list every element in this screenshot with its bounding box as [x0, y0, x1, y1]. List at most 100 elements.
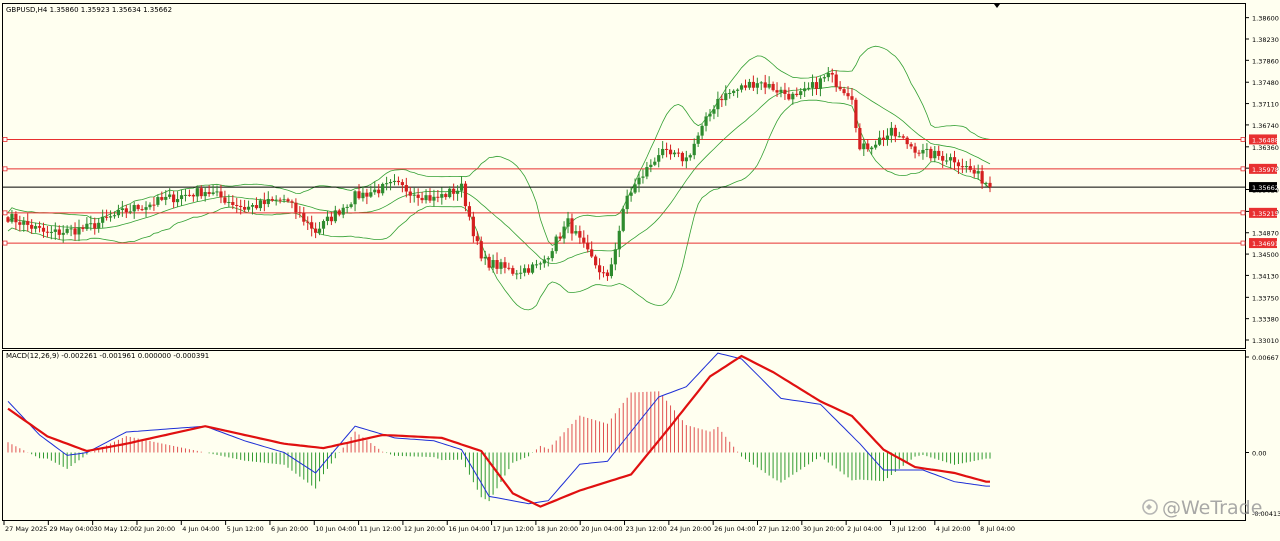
candle-body — [388, 181, 393, 184]
candle-body — [881, 137, 886, 140]
candle-body — [250, 205, 255, 207]
candle-body — [586, 242, 590, 250]
candle-body — [779, 89, 783, 93]
candle-body — [116, 210, 121, 216]
macd-tick-label: 0.00 — [1252, 449, 1266, 457]
candle-body — [972, 169, 976, 174]
level-handle[interactable] — [1240, 240, 1246, 246]
candle-body — [377, 189, 381, 194]
candle-body — [901, 136, 905, 138]
time-tick-label: 11 Jun 12:00 — [360, 525, 401, 533]
candle-body — [503, 262, 507, 268]
candle-body — [676, 152, 681, 154]
candle-body — [570, 218, 574, 234]
candle-body — [688, 155, 692, 158]
candle-body — [499, 262, 503, 269]
candle-body — [164, 196, 168, 200]
candle-body — [787, 93, 791, 100]
price-header: GBPUSD,H4 1.35860 1.35923 1.35634 1.3566… — [6, 6, 172, 14]
candle-body — [964, 166, 968, 168]
current-price-label: 1.35662 — [1252, 184, 1279, 192]
level-handle[interactable] — [2, 240, 8, 246]
candle-body — [889, 127, 894, 136]
price-tick-label: 1.34500 — [1252, 251, 1279, 259]
candle-body — [455, 190, 460, 194]
candle-body — [108, 216, 113, 218]
candle-body — [120, 208, 124, 211]
candle-body — [530, 264, 535, 273]
candle-body — [187, 194, 192, 196]
candle-body — [112, 215, 117, 217]
level-price-label: 1.35978 — [1252, 166, 1279, 174]
candle-body — [704, 116, 708, 126]
candle-body — [69, 228, 73, 230]
candle-body — [128, 211, 132, 213]
candle-body — [980, 171, 984, 184]
candle-body — [428, 195, 432, 201]
candle-body — [775, 90, 779, 93]
candle-body — [77, 227, 81, 235]
candle-body — [877, 137, 882, 145]
candle-body — [747, 81, 752, 88]
level-handle[interactable] — [1240, 137, 1246, 142]
candle-body — [609, 264, 613, 277]
chart-canvas[interactable]: 1.38600 1.38230 1.37860 1.37480 1.37110 1.367… — [0, 0, 1280, 537]
time-tick-label: 26 Jun 04:00 — [714, 525, 755, 533]
chart-window[interactable]: 1.38600 1.38230 1.37860 1.37480 1.37110 1.367… — [0, 0, 1280, 537]
candle-body — [708, 113, 712, 117]
candle-body — [373, 189, 377, 193]
candle-body — [329, 216, 333, 222]
candle-body — [463, 183, 468, 207]
candle-body — [392, 180, 397, 182]
candle-body — [404, 185, 408, 192]
candle-body — [546, 258, 550, 260]
candle-body — [810, 82, 815, 88]
candle-body — [333, 210, 337, 222]
candle-body — [893, 127, 897, 137]
candle-body — [321, 221, 326, 229]
candle-body — [65, 228, 69, 233]
candle-body — [874, 144, 878, 148]
candle-body — [412, 194, 416, 196]
candle-body — [381, 183, 385, 194]
candle-body — [597, 265, 602, 273]
candle-body — [270, 198, 274, 201]
price-tick-label: 1.34870 — [1252, 230, 1279, 238]
candle-body — [984, 182, 988, 184]
candle-body — [866, 143, 870, 150]
candle-body — [278, 199, 282, 201]
candle-body — [743, 85, 748, 88]
candle-body — [558, 236, 562, 239]
level-handle[interactable] — [1240, 166, 1246, 172]
candle-body — [621, 209, 625, 231]
price-tick-label: 1.37480 — [1252, 79, 1279, 87]
level-handle[interactable] — [2, 137, 8, 142]
level-handle[interactable] — [2, 210, 8, 216]
candle-body — [582, 237, 586, 243]
time-tick-label: 18 Jun 20:00 — [537, 525, 578, 533]
candle-body — [337, 210, 341, 215]
candle-body — [203, 192, 207, 197]
candle-body — [104, 216, 109, 218]
candle-body — [262, 200, 266, 205]
candle-body — [93, 223, 97, 229]
level-handle[interactable] — [2, 166, 8, 172]
candle-body — [168, 194, 172, 197]
candle-body — [243, 207, 247, 210]
candle-body — [862, 143, 866, 150]
candle-body — [223, 197, 227, 203]
candle-body — [219, 191, 223, 198]
candle-body — [487, 256, 491, 268]
candle-body — [325, 216, 330, 222]
candle-body — [803, 88, 807, 92]
candle-body — [432, 196, 436, 201]
level-handle[interactable] — [1240, 210, 1246, 216]
candle-body — [191, 194, 195, 197]
candle-body — [846, 93, 850, 97]
candle-body — [215, 191, 219, 193]
candle-body — [507, 267, 511, 269]
candle-body — [554, 236, 558, 252]
time-tick-label: 16 Jun 04:00 — [448, 525, 489, 533]
candle-body — [897, 136, 901, 138]
candle-body — [81, 227, 85, 230]
